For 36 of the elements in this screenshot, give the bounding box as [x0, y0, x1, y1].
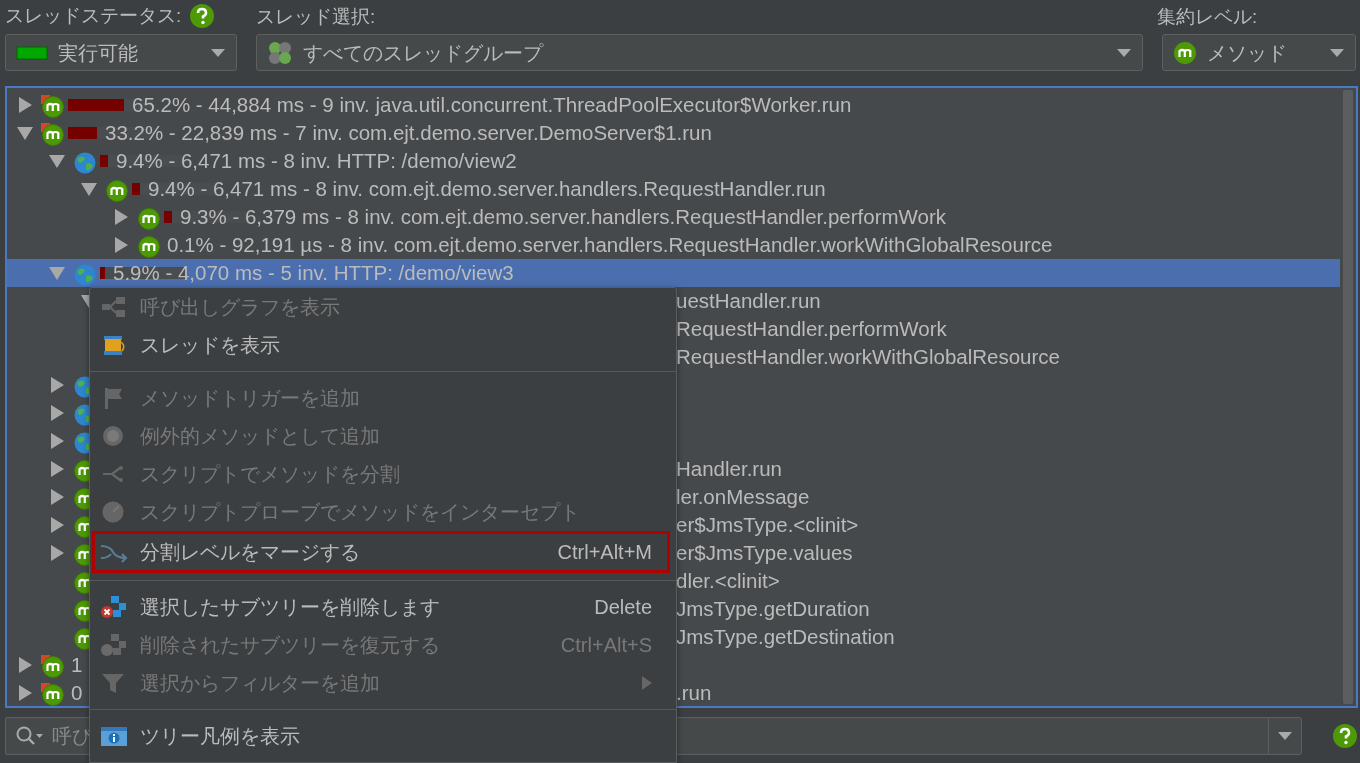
field-label: 集約レベル:	[1157, 6, 1258, 27]
node-label: 9.4% - 6,471 ms - 8 inv. HTTP: /demo/view2	[116, 147, 517, 174]
node-label: .run	[676, 679, 713, 706]
node-label: 0	[71, 679, 83, 706]
node-label: 0.1% - 92,191 µs - 8 inv. com.ejt.demo.server.handlers.RequestHandler.workWithGlobalResource	[167, 231, 1053, 258]
node-label: RequestHandler.performWork	[676, 315, 948, 342]
menu-label: メソッドトリガーを追加	[140, 386, 361, 411]
node-label: 1	[71, 651, 83, 678]
menu-label: 例外的メソッドとして追加	[140, 424, 381, 449]
shortcut-label: Ctrl+Alt+M	[557, 540, 652, 565]
node-label: uestHandler.run	[676, 287, 822, 314]
node-label: ler.onMessage	[676, 483, 811, 510]
menu-label: 分割レベルをマージする	[140, 540, 361, 565]
node-label: 9.4% - 6,471 ms - 8 inv. com.ejt.demo.server.handlers.RequestHandler.run	[148, 175, 826, 202]
menu-label: スクリプトでメソッドを分割	[140, 462, 401, 487]
menu-label: 呼び出しグラフを表示	[140, 295, 341, 320]
node-label: JmsType.getDuration	[676, 595, 871, 622]
menu-label: ツリー凡例を表示	[140, 724, 301, 749]
menu-label: スレッドを表示	[140, 333, 281, 358]
menu-label: 削除されたサブツリーを復元する	[140, 633, 441, 658]
shortcut-label: Ctrl+Alt+S	[560, 633, 652, 658]
node-label: er$JmsType.values	[676, 539, 854, 566]
field-label: スレッド選択:	[256, 6, 376, 27]
node-label: RequestHandler.workWithGlobalResource	[676, 343, 1061, 370]
node-label: 33.2% - 22,839 ms - 7 inv. com.ejt.demo.server.DemoServer$1.run	[105, 119, 712, 146]
node-label: 65.2% - 44,884 ms - 9 inv. java.util.concurrent.ThreadPoolExecutor$Worker.run	[132, 91, 852, 118]
menu-label: 選択したサブツリーを削除します	[140, 595, 441, 620]
node-label: dler.<clinit>	[676, 567, 781, 594]
node-label: er$JmsType.<clinit>	[676, 511, 860, 538]
node-label: Handler.run	[676, 455, 783, 482]
menu-label: 選択からフィルターを追加	[140, 671, 381, 696]
shortcut-label: Delete	[594, 595, 652, 620]
node-label: JmsType.getDestination	[676, 623, 896, 650]
menu-label: スクリプトプローブでメソッドをインターセプト	[140, 500, 581, 525]
node-label: 9.3% - 6,379 ms - 8 inv. com.ejt.demo.server.handlers.RequestHandler.performWork	[180, 203, 947, 230]
field-label: スレッドステータス:	[5, 4, 182, 29]
